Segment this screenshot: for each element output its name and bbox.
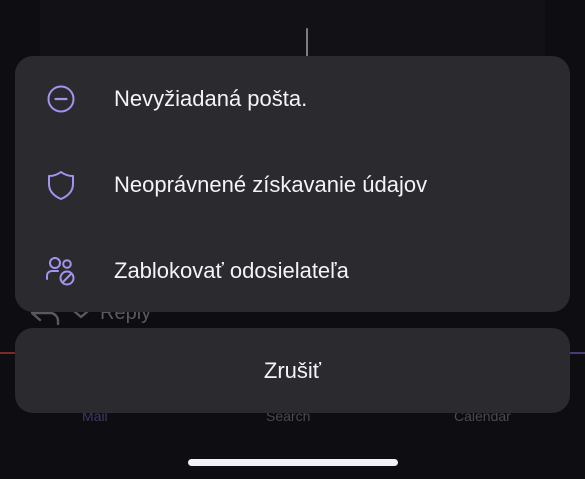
action-phishing[interactable]: Neoprávnené získavanie údajov [15,142,570,228]
home-indicator[interactable] [188,459,398,466]
background-header [40,0,545,60]
action-block-sender-label: Zablokovať odosielateľa [114,258,349,283]
action-sheet: Nevyžiadaná pošta. Neoprávnené získavani… [15,56,570,312]
cancel-button[interactable]: Zrušiť [15,328,570,413]
cancel-button-label: Zrušiť [263,357,322,383]
action-junk-mail[interactable]: Nevyžiadaná pošta. [15,56,570,142]
action-phishing-label: Neoprávnené získavanie údajov [114,172,428,197]
minus-circle-icon [45,83,77,115]
action-block-sender[interactable]: Zablokovať odosielateľa [15,228,570,314]
action-junk-mail-label: Nevyžiadaná pošta. [114,86,308,111]
screen: Reply Mail Search Calendar Nevyžiadaná p… [0,0,585,479]
shield-icon [45,169,77,201]
block-sender-icon [45,255,77,287]
